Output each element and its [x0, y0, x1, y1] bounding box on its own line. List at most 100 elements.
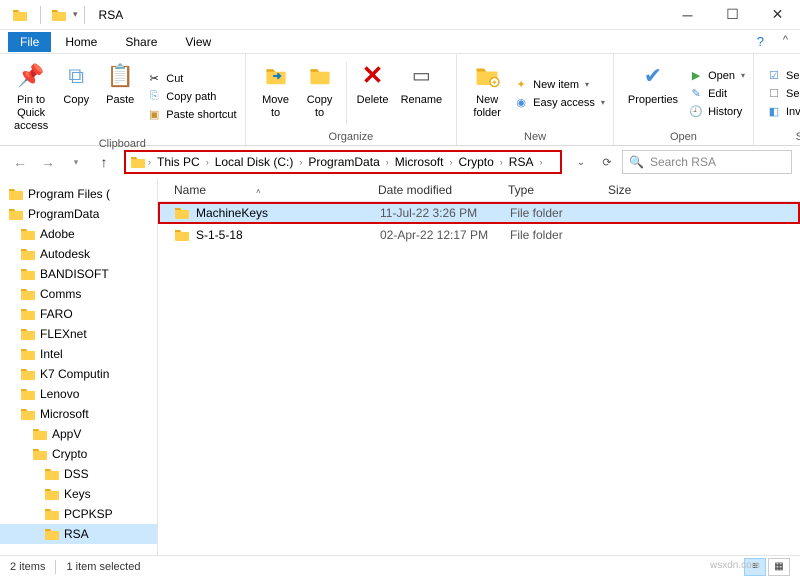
column-date[interactable]: Date modified	[378, 183, 508, 197]
copy-path-button[interactable]: ⎘Copy path	[146, 89, 236, 105]
cut-button[interactable]: ✂Cut	[146, 71, 236, 87]
app-folder-icon	[12, 7, 28, 23]
tab-share[interactable]: Share	[111, 32, 171, 52]
edit-button[interactable]: ✎Edit	[688, 86, 745, 102]
paste-shortcut-icon: ▣	[146, 107, 162, 123]
file-row[interactable]: MachineKeys11-Jul-22 3:26 PMFile folder	[158, 202, 800, 224]
new-folder-button[interactable]: ✦ New folder	[465, 58, 509, 129]
rename-button[interactable]: ▭ Rename	[395, 58, 449, 129]
collapse-ribbon-icon[interactable]: ^	[783, 34, 788, 46]
chevron-right-icon[interactable]: ›	[498, 157, 505, 167]
chevron-right-icon[interactable]: ›	[204, 157, 211, 167]
tree-item[interactable]: BANDISOFT	[0, 264, 157, 284]
recent-locations-button[interactable]: ▾	[64, 150, 88, 174]
back-button[interactable]: ←	[8, 150, 32, 174]
breadcrumb-item[interactable]: Microsoft	[391, 155, 448, 169]
tree-item[interactable]: Keys	[0, 484, 157, 504]
tree-item[interactable]: Program Files (	[0, 184, 157, 204]
select-all-button[interactable]: ☑Select all	[766, 68, 800, 84]
new-item-button[interactable]: ✦New item▾	[513, 77, 605, 93]
maximize-button[interactable]: ☐	[710, 0, 755, 30]
qat-folder-icon[interactable]	[51, 7, 67, 23]
delete-button[interactable]: ✕ Delete	[351, 58, 395, 129]
folder-icon	[174, 227, 190, 243]
chevron-right-icon[interactable]: ›	[384, 157, 391, 167]
tree-item[interactable]: ProgramData	[0, 204, 157, 224]
forward-button[interactable]: →	[36, 150, 60, 174]
open-button[interactable]: ▶Open▾	[688, 68, 745, 84]
pin-to-quick-access-button[interactable]: 📌 Pin to Quick access	[8, 58, 54, 136]
column-name[interactable]: Name˄	[158, 183, 378, 197]
column-type[interactable]: Type	[508, 183, 608, 197]
address-dropdown-button[interactable]: ⌄	[570, 151, 592, 173]
new-item-icon: ✦	[513, 77, 529, 93]
breadcrumb[interactable]: › This PC › Local Disk (C:) › ProgramDat…	[124, 150, 562, 174]
title-bar: ▾ RSA ─ ☐ ✕	[0, 0, 800, 30]
watermark: wsxdn.com	[710, 560, 760, 571]
tree-item[interactable]: Autodesk	[0, 244, 157, 264]
invert-selection-button[interactable]: ◧Invert selection	[766, 104, 800, 120]
tree-item[interactable]: Adobe	[0, 224, 157, 244]
column-size[interactable]: Size	[608, 183, 668, 197]
breadcrumb-item[interactable]: ProgramData	[304, 155, 383, 169]
refresh-button[interactable]: ⟳	[596, 151, 618, 173]
invert-icon: ◧	[766, 104, 782, 120]
status-bar: 2 items 1 item selected ≡ ▦	[0, 555, 800, 577]
select-none-icon: ☐	[766, 86, 782, 102]
tree-item[interactable]: FLEXnet	[0, 324, 157, 344]
search-input[interactable]: 🔍 Search RSA	[622, 150, 792, 174]
tree-item[interactable]: AppV	[0, 424, 157, 444]
ribbon: 📌 Pin to Quick access ⧉ Copy 📋 Paste ✂Cu…	[0, 54, 800, 146]
minimize-button[interactable]: ─	[665, 0, 710, 30]
tree-item[interactable]: Crypto	[0, 444, 157, 464]
tree-item[interactable]: Intel	[0, 344, 157, 364]
tree-item[interactable]: Microsoft	[0, 404, 157, 424]
help-icon[interactable]: ?	[757, 34, 764, 49]
breadcrumb-item[interactable]: This PC	[153, 155, 204, 169]
breadcrumb-item[interactable]: Local Disk (C:)	[211, 155, 298, 169]
navigation-tree[interactable]: Program Files (ProgramDataAdobeAutodeskB…	[0, 178, 158, 555]
breadcrumb-item[interactable]: RSA	[505, 155, 538, 169]
tree-item[interactable]: PCPKSP	[0, 504, 157, 524]
paste-button[interactable]: 📋 Paste	[98, 58, 142, 136]
close-button[interactable]: ✕	[755, 0, 800, 30]
breadcrumb-item[interactable]: Crypto	[454, 155, 497, 169]
chevron-right-icon[interactable]: ›	[537, 157, 544, 167]
copy-to-button[interactable]: Copy to	[298, 58, 342, 129]
up-button[interactable]: ↑	[92, 150, 116, 174]
group-label-organize: Organize	[254, 131, 449, 143]
chevron-right-icon[interactable]: ›	[297, 157, 304, 167]
easy-access-icon: ◉	[513, 95, 529, 111]
file-name: S-1-5-18	[196, 228, 380, 242]
tab-view[interactable]: View	[171, 32, 225, 52]
qat-dropdown-icon[interactable]: ▾	[73, 9, 78, 20]
thumbnails-view-button[interactable]: ▦	[768, 558, 790, 576]
cut-icon: ✂	[146, 71, 162, 87]
chevron-right-icon[interactable]: ›	[146, 157, 153, 167]
history-button[interactable]: 🕘History	[688, 104, 745, 120]
select-all-icon: ☑	[766, 68, 782, 84]
status-selection: 1 item selected	[66, 561, 140, 573]
paste-shortcut-button[interactable]: ▣Paste shortcut	[146, 107, 236, 123]
tree-item[interactable]: FARO	[0, 304, 157, 324]
delete-icon: ✕	[357, 60, 389, 92]
paste-icon: 📋	[104, 60, 136, 92]
chevron-right-icon[interactable]: ›	[447, 157, 454, 167]
tab-file[interactable]: File	[8, 32, 51, 52]
select-none-button[interactable]: ☐Select none	[766, 86, 800, 102]
tree-item[interactable]: K7 Computin	[0, 364, 157, 384]
content-area: Program Files (ProgramDataAdobeAutodeskB…	[0, 178, 800, 555]
move-to-button[interactable]: Move to	[254, 58, 298, 129]
easy-access-button[interactable]: ◉Easy access▾	[513, 95, 605, 111]
tree-item[interactable]: RSA	[0, 524, 157, 544]
group-label-new: New	[465, 131, 605, 143]
pin-icon: 📌	[15, 60, 47, 92]
tab-home[interactable]: Home	[51, 32, 111, 52]
file-row[interactable]: S-1-5-1802-Apr-22 12:17 PMFile folder	[158, 224, 800, 246]
tree-item[interactable]: DSS	[0, 464, 157, 484]
copy-button[interactable]: ⧉ Copy	[54, 58, 98, 136]
properties-button[interactable]: ✔ Properties	[622, 58, 684, 129]
tree-item[interactable]: Lenovo	[0, 384, 157, 404]
tree-item[interactable]: Comms	[0, 284, 157, 304]
ribbon-group-organize: Move to Copy to ✕ Delete ▭ Rename Organi…	[246, 54, 458, 145]
